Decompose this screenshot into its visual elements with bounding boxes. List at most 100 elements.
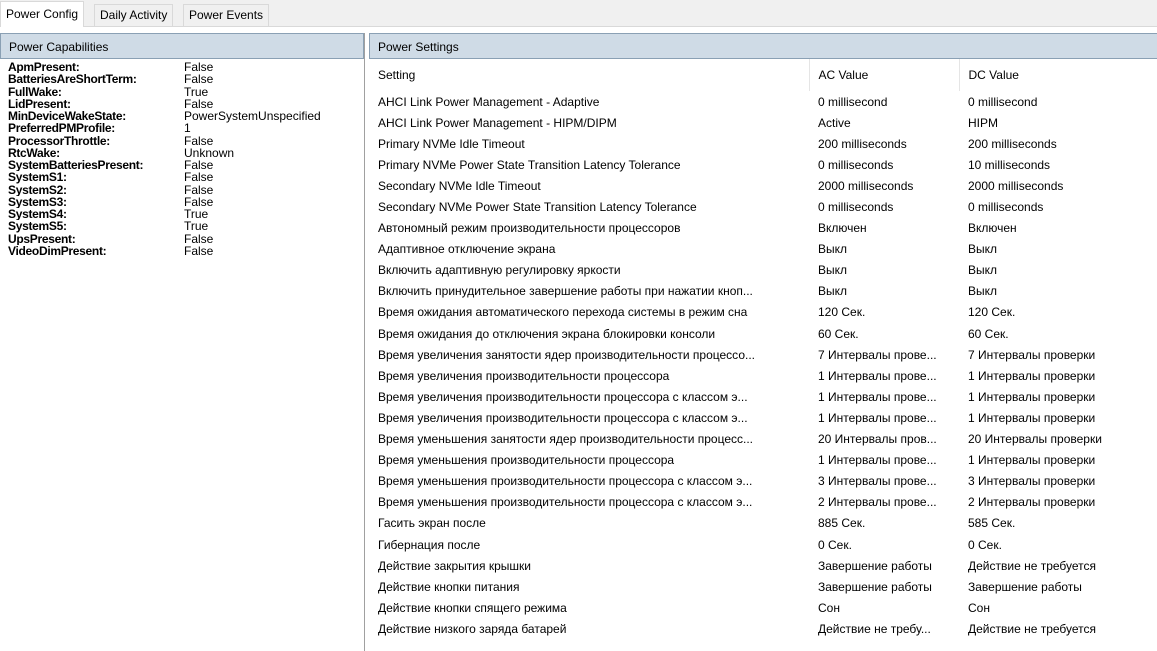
setting-name-cell: Действие закрытия крышки	[378, 558, 531, 573]
setting-name-cell: Время увеличения производительности проц…	[378, 389, 748, 404]
table-row[interactable]: Включить принудительное завершение работ…	[369, 281, 1157, 302]
capability-key: SystemS5:	[8, 220, 67, 233]
setting-name-cell: Время увеличения занятости ядер производ…	[378, 347, 755, 362]
setting-name-cell: AHCI Link Power Management - HIPM/DIPM	[378, 115, 617, 130]
dc-value-cell: 585 Сек.	[968, 516, 1016, 531]
capability-key: FullWake:	[8, 85, 62, 98]
table-row[interactable]: Время увеличения производительности проц…	[369, 386, 1157, 407]
capability-row[interactable]: VideoDimPresent: False	[8, 243, 364, 258]
capability-value: 1	[184, 121, 191, 136]
dc-value-cell: 1 Интервалы проверки	[968, 410, 1096, 425]
ac-value-cell: 20 Интервалы пров...	[818, 432, 937, 447]
setting-name-cell: Время ожидания до отключения экрана блок…	[378, 326, 716, 341]
capability-row[interactable]: FullWake: True	[8, 84, 364, 99]
capability-row[interactable]: PreferredPMProfile: 1	[8, 121, 364, 136]
tab-power-events[interactable]: Power Events	[183, 4, 270, 26]
table-row[interactable]: Время уменьшения занятости ядер производ…	[369, 429, 1157, 450]
ac-value-cell: Active	[818, 115, 851, 130]
ac-value-cell: Действие не требу...	[818, 621, 931, 636]
capability-key: SystemS4:	[8, 208, 67, 221]
capability-key: SystemS2:	[8, 183, 67, 196]
setting-name-cell: Время уменьшения занятости ядер производ…	[378, 432, 754, 447]
capability-key: ApmPresent:	[8, 61, 80, 74]
capability-key: SystemS1:	[8, 171, 67, 184]
ac-value-cell: Завершение работы	[818, 579, 932, 594]
capability-row[interactable]: ProcessorThrottle: False	[8, 134, 364, 147]
table-row[interactable]: Время увеличения производительности проц…	[369, 407, 1157, 428]
dc-value-cell: HIPM	[968, 115, 998, 130]
dc-value-cell: 120 Сек.	[968, 305, 1016, 320]
setting-name-cell: Гибернация после	[378, 537, 481, 552]
ac-value-cell: 60 Сек.	[818, 326, 859, 341]
capability-row[interactable]: SystemS5: True	[8, 219, 364, 234]
tab-power-config[interactable]: Power Config	[0, 1, 85, 27]
capability-value: True	[184, 219, 209, 234]
capability-row[interactable]: UpsPresent: False	[8, 232, 364, 245]
ac-value-cell: 1 Интервалы прове...	[818, 389, 937, 404]
dc-value-cell: Сон	[968, 600, 990, 615]
table-row[interactable]: Время уменьшения производительности проц…	[369, 492, 1157, 513]
setting-name-cell: Автономный режим производительности проц…	[378, 221, 681, 236]
table-row[interactable]: Время ожидания автоматического перехода …	[369, 302, 1157, 323]
table-row[interactable]: Действие кнопки спящего режима Сон Сон	[369, 597, 1157, 618]
column-header-ac-value[interactable]: AC Value	[808, 59, 959, 91]
dc-value-cell: Действие не требуется	[968, 558, 1097, 573]
table-row[interactable]: Secondary NVMe Power State Transition La…	[369, 196, 1157, 217]
capability-key: PreferredPMProfile:	[8, 122, 115, 135]
dc-value-cell: Выкл	[968, 263, 998, 278]
table-row[interactable]: Адаптивное отключение экрана Выкл Выкл	[369, 239, 1157, 260]
ac-value-cell: Выкл	[818, 242, 848, 257]
table-row[interactable]: Время ожидания до отключения экрана блок…	[369, 323, 1157, 344]
ac-value-cell: 1 Интервалы прове...	[818, 410, 937, 425]
ac-value-cell: 0 millisecond	[818, 94, 888, 109]
table-row[interactable]: Включить адаптивную регулировку яркости В…	[369, 260, 1157, 281]
ac-value-cell: 0 milliseconds	[818, 200, 894, 215]
table-row[interactable]: Время увеличения занятости ядер производ…	[369, 344, 1157, 365]
table-row[interactable]: AHCI Link Power Management - HIPM/DIPM Ac…	[369, 112, 1157, 133]
table-row[interactable]: Действие закрытия крышки Завершение работ…	[369, 555, 1157, 576]
table-row[interactable]: Действие кнопки питания Завершение работы…	[369, 576, 1157, 597]
ac-value-cell: 7 Интервалы прове...	[818, 347, 937, 362]
ac-value-cell: Выкл	[818, 284, 848, 299]
dc-value-cell: 1 Интервалы проверки	[968, 453, 1096, 468]
capability-value: False	[184, 182, 214, 197]
ac-value-cell: 1 Интервалы прове...	[818, 368, 937, 383]
capability-key: SystemBatteriesPresent:	[8, 159, 144, 172]
capability-value: False	[184, 243, 214, 258]
dc-value-cell: 0 millisecond	[968, 94, 1038, 109]
table-row[interactable]: Время уменьшения производительности проц…	[369, 450, 1157, 471]
column-header-setting[interactable]: Setting	[369, 59, 809, 91]
table-row[interactable]: Время увеличения производительности проц…	[369, 365, 1157, 386]
setting-name-cell: Secondary NVMe Power State Transition La…	[378, 200, 697, 215]
power-capabilities-header: Power Capabilities	[0, 33, 364, 59]
table-row[interactable]: Гасить экран после 885 Сек. 585 Сек.	[369, 513, 1157, 534]
capability-key: SystemS3:	[8, 195, 67, 208]
dc-value-cell: Выкл	[968, 242, 998, 257]
capability-row[interactable]: SystemS1: False	[8, 171, 364, 184]
table-row[interactable]: Время уменьшения производительности проц…	[369, 471, 1157, 492]
dc-value-cell: Завершение работы	[968, 579, 1082, 594]
table-row[interactable]: Primary NVMe Idle Timeout 200 millisecond…	[369, 133, 1157, 154]
setting-name-cell: Время уменьшения производительности проц…	[378, 474, 753, 489]
table-row[interactable]: Автономный режим производительности проц…	[369, 218, 1157, 239]
capability-row[interactable]: BatteriesAreShortTerm: False	[8, 73, 364, 86]
capability-row[interactable]: SystemS2: False	[8, 182, 364, 197]
capability-key: LidPresent:	[8, 97, 71, 110]
setting-name-cell: Время ожидания автоматического перехода …	[378, 305, 748, 320]
settings-rows: AHCI Link Power Management - Adaptive 0 m…	[369, 91, 1157, 639]
table-row[interactable]: AHCI Link Power Management - Adaptive 0 m…	[369, 91, 1157, 112]
ac-value-cell: 120 Сек.	[818, 305, 866, 320]
capability-value: True	[184, 84, 209, 99]
table-row[interactable]: Primary NVMe Power State Transition Late…	[369, 154, 1157, 175]
ac-value-cell: 885 Сек.	[818, 516, 866, 531]
setting-name-cell: AHCI Link Power Management - Adaptive	[378, 94, 600, 109]
table-row[interactable]: Secondary NVMe Idle Timeout 2000 millisec…	[369, 175, 1157, 196]
power-capabilities-panel: Power Capabilities ApmPresent: False Batte…	[0, 33, 365, 651]
tab-daily-activity[interactable]: Daily Activity	[94, 4, 174, 26]
setting-name-cell: Действие низкого заряда батарей	[378, 621, 567, 636]
dc-value-cell: 0 milliseconds	[968, 200, 1044, 215]
setting-name-cell: Включить принудительное завершение работ…	[378, 284, 753, 299]
column-header-dc-value[interactable]: DC Value	[958, 59, 1157, 91]
table-row[interactable]: Действие низкого заряда батарей Действие …	[369, 618, 1157, 639]
table-row[interactable]: Гибернация после 0 Сек. 0 Сек.	[369, 534, 1157, 555]
